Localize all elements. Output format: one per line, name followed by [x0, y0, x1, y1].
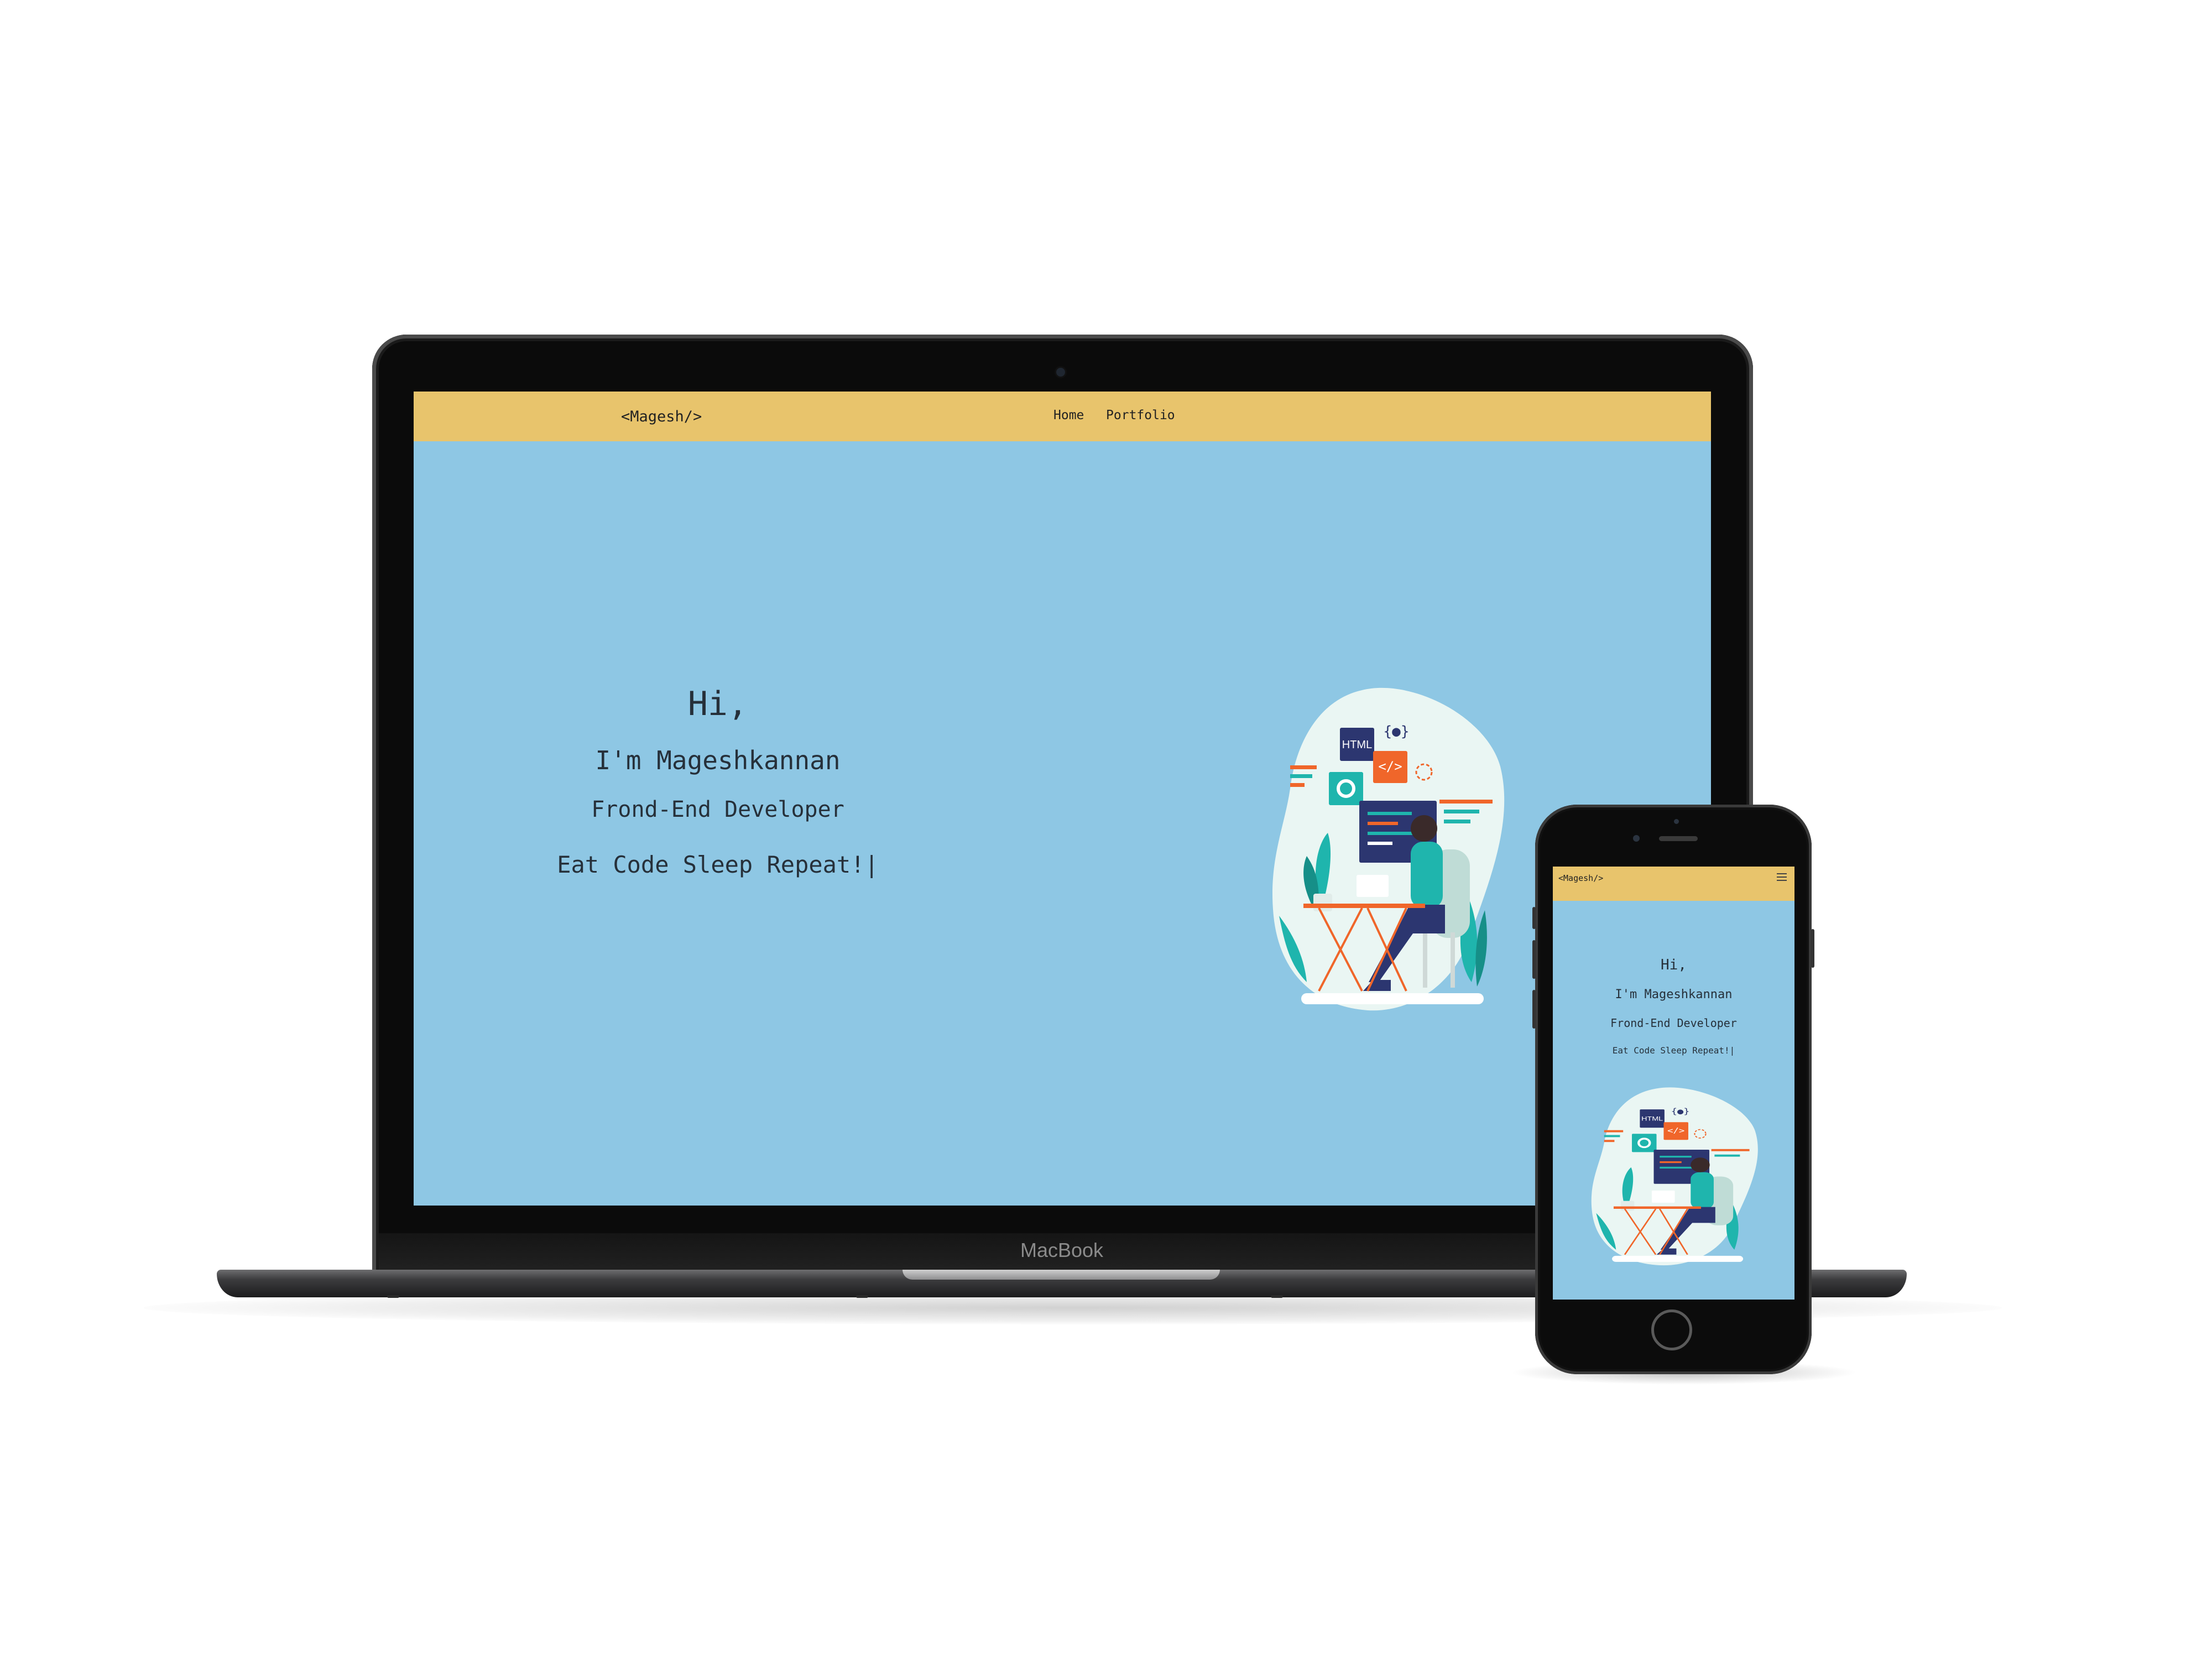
mobile-hero-greeting: Hi,	[1661, 957, 1687, 973]
site-logo[interactable]: <Magesh/>	[621, 408, 702, 425]
nav-link-home[interactable]: Home	[1053, 408, 1084, 422]
laptop-brand-label: MacBook	[1020, 1239, 1104, 1261]
laptop-foot	[856, 1295, 868, 1298]
code-glyph-text: </>	[1378, 759, 1402, 774]
mobile-hero-name: I'm Mageshkannan	[1615, 988, 1733, 1001]
laptop-foot	[387, 1295, 399, 1298]
desktop-navbar: <Magesh/> Home Portfolio	[414, 392, 1711, 441]
mobile-hero-text: Hi, I'm Mageshkannan Frond-End Developer…	[1553, 957, 1794, 1057]
html-badge-text: HTML	[1342, 739, 1372, 751]
developer-at-desk-illustration: HTML </> {●}	[1272, 687, 1505, 1011]
phone-mute-switch	[1532, 907, 1536, 929]
laptop-hinge-notch	[902, 1270, 1220, 1280]
hero-tagline: Eat Code Sleep Repeat!|	[557, 851, 879, 878]
mobile-hero-role: Frond-End Developer	[1610, 1016, 1737, 1030]
hero-name: I'm Mageshkannan	[595, 745, 841, 775]
mobile-website-screen: <Magesh/> Hi, I'm Mageshkannan Frond-End…	[1553, 867, 1794, 1300]
mobile-code-glyph-text: </>	[1667, 1126, 1684, 1135]
mobile-developer-illustration: HTML </> {●}	[1591, 1087, 1758, 1266]
hero-role: Frond-End Developer	[591, 797, 844, 822]
phone-power-button	[1811, 929, 1814, 968]
mobile-site-logo[interactable]: <Magesh/>	[1558, 873, 1603, 883]
phone-home-button[interactable]	[1651, 1310, 1692, 1350]
hamburger-menu-icon[interactable]	[1777, 873, 1787, 881]
laptop-foot	[1271, 1295, 1283, 1298]
phone-front-camera-icon	[1674, 819, 1679, 824]
phone-volume-down	[1532, 990, 1536, 1029]
webcam-icon	[1056, 368, 1065, 377]
desktop-website-screen: <Magesh/> Home Portfolio Hi, I'm Mageshk…	[414, 392, 1711, 1206]
brace-glyph-text: {●}	[1384, 723, 1410, 740]
phone-speaker	[1659, 836, 1698, 841]
mobile-html-badge-text: HTML	[1641, 1115, 1663, 1122]
desktop-nav-menu: Home Portfolio	[1053, 408, 1192, 422]
nav-link-portfolio[interactable]: Portfolio	[1106, 408, 1175, 422]
phone-volume-up	[1532, 940, 1536, 979]
phone-sensor-icon	[1633, 835, 1640, 842]
mobile-navbar: <Magesh/>	[1553, 867, 1794, 901]
mobile-brace-glyph-text: {●}	[1671, 1107, 1690, 1115]
hero-greeting: Hi,	[687, 685, 748, 723]
desktop-hero-text: Hi, I'm Mageshkannan Frond-End Developer…	[552, 685, 884, 880]
mobile-hero-tagline: Eat Code Sleep Repeat!|	[1612, 1045, 1735, 1056]
